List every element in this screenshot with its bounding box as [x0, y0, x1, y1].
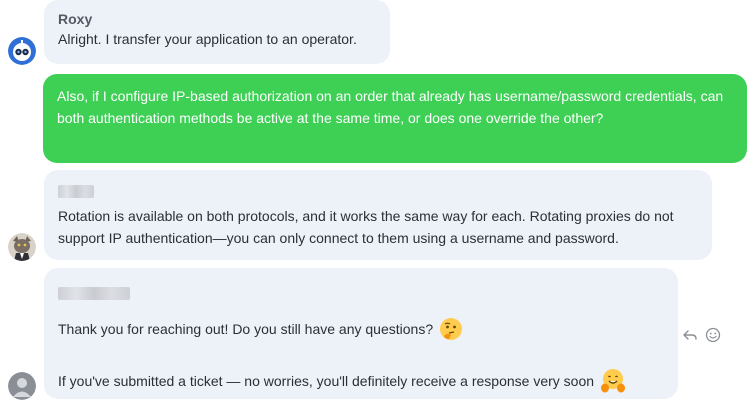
message-bubble-outgoing: Also, if I configure IP-based authorizat…: [43, 74, 747, 163]
default-user-avatar-icon: [8, 372, 36, 400]
cat-avatar-icon: [8, 233, 36, 261]
message-text: Rotation is available on both protocols,…: [58, 208, 674, 246]
message-text-line2: If you've submitted a ticket — no worrie…: [58, 373, 595, 389]
hugging-face-icon: [601, 369, 626, 393]
message-text-line1: Thank you for reaching out! Do you still…: [58, 321, 434, 337]
message-text: Alright. I transfer your application to …: [58, 31, 357, 47]
sender-name: Roxy: [58, 11, 93, 27]
sender-name-redacted: [58, 185, 94, 198]
message-bubble-operator: Thank you for reaching out! Do you still…: [44, 268, 678, 399]
sender-name-redacted: [58, 287, 130, 300]
reply-icon[interactable]: [683, 328, 697, 342]
message-bubble-operator: Rotation is available on both protocols,…: [44, 170, 712, 260]
message-text: Also, if I configure IP-based authorizat…: [57, 88, 724, 126]
bot-avatar-icon: [8, 37, 36, 65]
react-emoji-icon[interactable]: [705, 327, 721, 343]
thinking-face-icon: [440, 318, 463, 340]
message-bubble-bot: Roxy Alright. I transfer your applicatio…: [44, 0, 390, 64]
